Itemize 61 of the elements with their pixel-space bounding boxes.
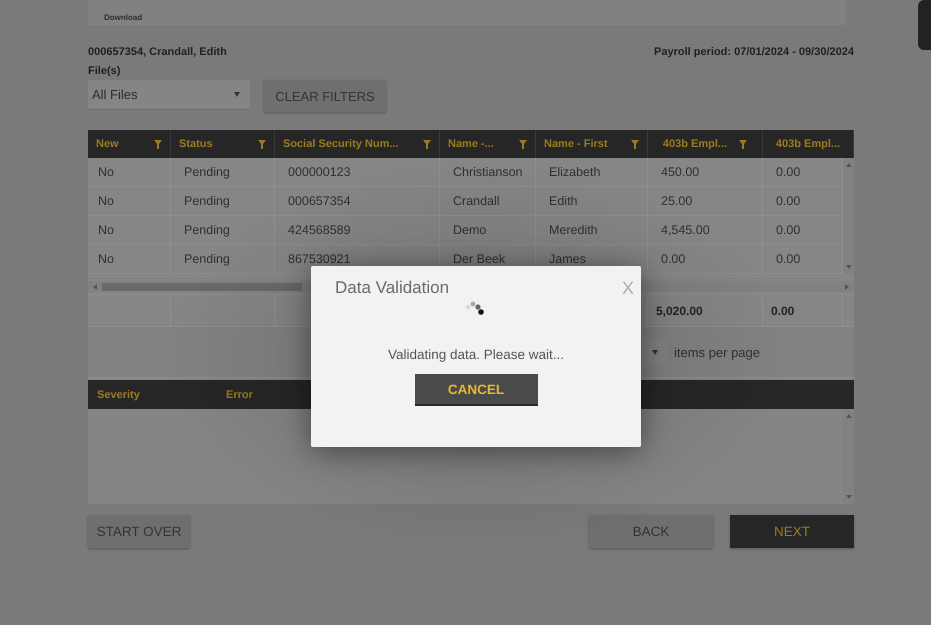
- table-cell: Elizabeth: [536, 158, 648, 187]
- table-cell: Pending: [171, 187, 275, 216]
- status-message: Validating data. Please wait...: [388, 347, 564, 362]
- employee-name: 000657354, Crandall, Edith: [88, 46, 227, 58]
- filter-icon[interactable]: [423, 140, 431, 148]
- column-header[interactable]: Status: [171, 130, 275, 158]
- clear-filters-button[interactable]: CLEAR FILTERS: [264, 80, 386, 112]
- scroll-right-icon[interactable]: [844, 284, 850, 290]
- table-cell: 450.00: [648, 158, 763, 187]
- total-cell: 5,020.00: [648, 295, 763, 326]
- column-header[interactable]: Severity: [88, 388, 217, 400]
- table-cell: Pending: [171, 216, 275, 245]
- file-select[interactable]: All Files: [88, 80, 250, 110]
- table-cell: 000657354: [275, 187, 440, 216]
- table-cell: No: [88, 158, 171, 187]
- table-cell: 424568589: [275, 216, 440, 245]
- action-button[interactable]: NEXT: [730, 515, 854, 548]
- file-filter-label: File(s): [88, 65, 122, 77]
- scroll-up-icon[interactable]: [846, 413, 852, 419]
- action-button[interactable]: START OVER: [88, 515, 190, 548]
- payroll-period: Payroll period: 07/01/2024 - 09/30/2024: [654, 46, 854, 58]
- table-cell: 0.00: [648, 245, 763, 274]
- column-header[interactable]: 403b Empl...: [648, 130, 763, 158]
- table-cell: Christianson: [440, 158, 536, 187]
- column-header[interactable]: Error: [217, 388, 253, 400]
- table-cell: No: [88, 216, 171, 245]
- column-header[interactable]: Name -...: [440, 130, 536, 158]
- dialog-title: Data Validation: [335, 278, 450, 299]
- column-header[interactable]: New: [88, 130, 171, 158]
- scroll-down-icon[interactable]: [846, 264, 852, 270]
- filter-icon[interactable]: [739, 140, 748, 148]
- scrollbar-thumb[interactable]: [102, 282, 302, 290]
- table-cell: Meredith: [536, 216, 648, 245]
- table-cell: No: [88, 245, 171, 274]
- filter-icon[interactable]: [258, 140, 266, 148]
- table-cell: Pending: [171, 245, 275, 274]
- table-cell: 000000123: [275, 158, 440, 187]
- table-cell: 25.00: [648, 187, 763, 216]
- items-per-page-label: items per page: [674, 344, 760, 360]
- action-button[interactable]: BACK: [589, 515, 713, 548]
- filter-icon[interactable]: [631, 140, 639, 148]
- caret-icon: [652, 350, 658, 354]
- page-size-select[interactable]: [643, 338, 667, 366]
- scroll-up-icon[interactable]: [846, 162, 852, 168]
- total-cell: 0.00: [763, 295, 843, 326]
- caret-icon: [234, 92, 240, 97]
- close-button[interactable]: X: [622, 278, 634, 299]
- table-cell: Demo: [440, 216, 536, 245]
- scroll-left-icon[interactable]: [92, 284, 98, 290]
- filter-icon[interactable]: [154, 140, 162, 148]
- table-cell: Crandall: [440, 187, 536, 216]
- table-cell: Pending: [171, 158, 275, 187]
- column-header[interactable]: Name - First: [536, 130, 648, 158]
- scroll-down-icon[interactable]: [846, 494, 852, 500]
- filter-icon[interactable]: [519, 140, 527, 148]
- table-cell: Edith: [536, 187, 648, 216]
- cancel-button[interactable]: CANCEL: [414, 374, 538, 406]
- table-cell: 4,545.00: [648, 216, 763, 245]
- column-header[interactable]: Social Security Num...: [275, 130, 440, 158]
- download-link[interactable]: Download: [104, 13, 142, 25]
- table-cell: No: [88, 187, 171, 216]
